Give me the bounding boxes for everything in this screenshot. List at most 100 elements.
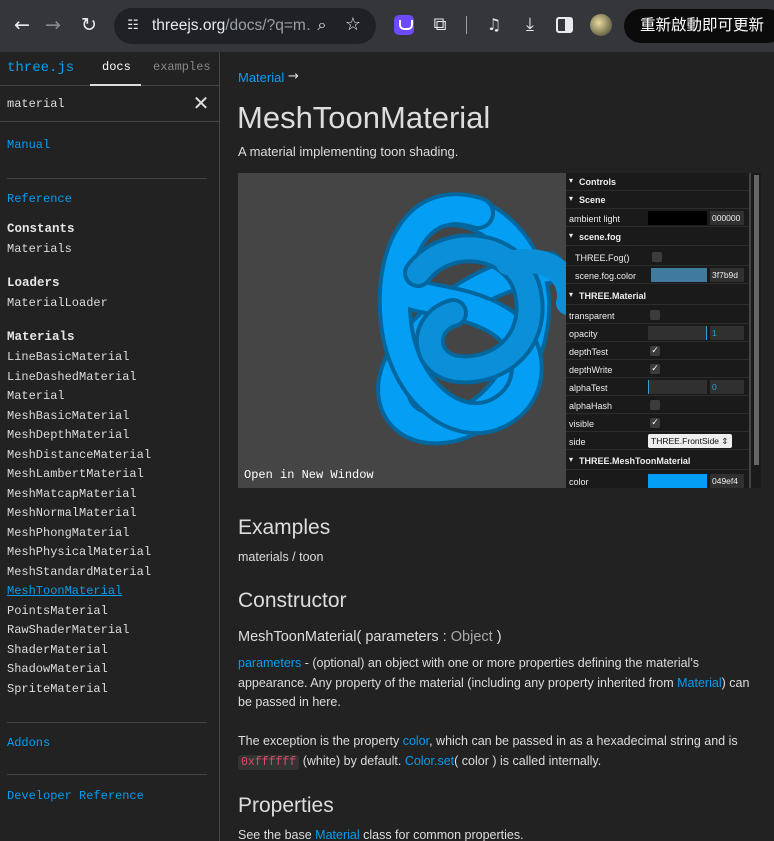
sidebar-link-manual[interactable]: Manual xyxy=(7,138,50,152)
sidebar-item-meshstandardmaterial[interactable]: MeshStandardMaterial xyxy=(7,565,151,579)
sidebar-item-meshlambertmaterial[interactable]: MeshLambertMaterial xyxy=(7,467,144,481)
examples-heading: Examples xyxy=(238,516,331,539)
depthtest-checkbox[interactable]: ✓ xyxy=(650,346,660,356)
parameters-link[interactable]: parameters xyxy=(238,656,301,670)
address-bar[interactable]: ☷ threejs.org/docs/?q=m… ⌕ ☆ xyxy=(114,8,376,44)
sidebar-link-reference[interactable]: Reference xyxy=(7,192,72,206)
breadcrumb-arrow-icon: → xyxy=(288,69,299,84)
search-input[interactable]: material xyxy=(7,97,65,111)
update-button[interactable]: 重新啟動即可更新 xyxy=(624,9,774,43)
sidebar-link-developer-reference[interactable]: Developer Reference xyxy=(7,789,144,803)
fog-color-input[interactable]: 3f7b9d xyxy=(710,268,744,282)
gui-folder-meshtoonmaterial[interactable]: ▾ THREE.MeshToonMaterial xyxy=(566,452,749,470)
color-swatch[interactable] xyxy=(648,474,707,488)
sidebar-link-addons[interactable]: Addons xyxy=(7,736,50,750)
sidebar-heading-materials: Materials xyxy=(7,330,75,344)
gui-row-visible: visible ✓ xyxy=(566,414,749,432)
docs-content: Material → MeshToonMaterial A material i… xyxy=(221,52,774,841)
color-set-link[interactable]: Color.set xyxy=(405,754,454,768)
profile-avatar[interactable] xyxy=(590,14,612,36)
sidebar-item-materialloader[interactable]: MaterialLoader xyxy=(7,296,108,310)
sidebar-item-pointsmaterial[interactable]: PointsMaterial xyxy=(7,604,108,618)
example-toon-link[interactable]: materials / toon xyxy=(238,548,323,568)
sidebar-item-meshmatcapmaterial[interactable]: MeshMatcapMaterial xyxy=(7,487,137,501)
sidebar-item-meshphysicalmaterial[interactable]: MeshPhysicalMaterial xyxy=(7,545,151,559)
ambient-light-input[interactable]: 000000 xyxy=(710,211,744,225)
page-title: MeshToonMaterial xyxy=(237,100,491,135)
side-panel-icon[interactable] xyxy=(556,17,573,33)
fog-checkbox[interactable] xyxy=(652,252,662,262)
transparent-checkbox[interactable] xyxy=(650,310,660,320)
bookmark-star-icon[interactable]: ☆ xyxy=(342,14,364,36)
tab-examples[interactable]: examples xyxy=(153,60,211,74)
sidebar-item-meshbasicmaterial[interactable]: MeshBasicMaterial xyxy=(7,409,129,423)
gui-controls-title[interactable]: ▾ Controls xyxy=(566,173,749,191)
sidebar-item-meshdepthmaterial[interactable]: MeshDepthMaterial xyxy=(7,428,129,442)
alphahash-checkbox[interactable] xyxy=(650,400,660,410)
gui-row-fog-color: scene.fog.color 3f7b9d xyxy=(566,266,749,284)
chevron-down-icon: ▾ xyxy=(569,231,574,240)
tab-docs[interactable]: docs xyxy=(102,60,131,74)
default-color-code: 0xffffff xyxy=(238,754,300,770)
sidebar-item-spritematerial[interactable]: SpriteMaterial xyxy=(7,682,108,696)
threejs-logo[interactable]: three.js xyxy=(7,60,74,76)
color-input[interactable]: 049ef4 xyxy=(710,474,744,488)
color-property-link[interactable]: color xyxy=(403,734,429,748)
sidebar-heading-constants: Constants xyxy=(7,222,75,236)
zoom-icon[interactable]: ⌕ xyxy=(312,15,332,37)
example-viewer[interactable]: Open in New Window ▾ Controls ▾ Scene am… xyxy=(238,173,761,488)
reload-icon[interactable]: ↻ xyxy=(76,12,102,38)
gui-folder-fog[interactable]: ▾ scene.fog xyxy=(566,228,749,246)
browser-toolbar: ← → ↻ ☷ threejs.org/docs/?q=m… ⌕ ☆ ⧉ ♫ ⤓… xyxy=(0,0,774,52)
sidebar-item-materials-constants[interactable]: Materials xyxy=(7,242,72,256)
gui-row-side: side THREE.FrontSide ⇕ xyxy=(566,432,749,450)
sidebar-item-meshdistancematerial[interactable]: MeshDistanceMaterial xyxy=(7,448,151,462)
extensions-puzzle-icon[interactable]: ⧉ xyxy=(430,15,450,35)
side-select[interactable]: THREE.FrontSide ⇕ xyxy=(648,434,732,448)
sidebar-header: three.js docs examples xyxy=(0,52,219,86)
opacity-slider[interactable] xyxy=(648,326,707,340)
alphatest-input[interactable]: 0 xyxy=(710,380,744,394)
visible-checkbox[interactable]: ✓ xyxy=(650,418,660,428)
search-field[interactable]: material ✕ xyxy=(0,87,219,122)
back-icon[interactable]: ← xyxy=(9,12,35,38)
controls-panel[interactable]: ▾ Controls ▾ Scene ambient light 000000 … xyxy=(566,173,749,488)
gui-row-alphahash: alphaHash xyxy=(566,396,749,414)
site-info-icon[interactable]: ☷ xyxy=(124,17,142,35)
properties-material-link[interactable]: Material xyxy=(315,828,359,841)
sidebar-item-shadermaterial[interactable]: ShaderMaterial xyxy=(7,643,108,657)
gui-row-ambient-light: ambient light 000000 xyxy=(566,209,749,227)
sidebar-item-meshphongmaterial[interactable]: MeshPhongMaterial xyxy=(7,526,129,540)
properties-description: See the base Material class for common p… xyxy=(238,828,524,841)
opacity-input[interactable]: 1 xyxy=(710,326,744,340)
fog-color-swatch[interactable] xyxy=(651,268,707,282)
media-control-icon[interactable]: ♫ xyxy=(484,15,504,35)
sidebar-item-linedashedmaterial[interactable]: LineDashedMaterial xyxy=(7,370,137,384)
sidebar-item-meshtoonmaterial[interactable]: MeshToonMaterial xyxy=(7,584,122,598)
sidebar-divider xyxy=(7,722,207,723)
breadcrumb-material-link[interactable]: Material xyxy=(238,70,284,85)
forward-icon[interactable]: → xyxy=(40,12,66,38)
ambient-light-swatch[interactable] xyxy=(648,211,707,225)
download-icon[interactable]: ⤓ xyxy=(520,15,540,35)
sidebar-item-shadowmaterial[interactable]: ShadowMaterial xyxy=(7,662,108,676)
object-type-link[interactable]: Object xyxy=(451,629,493,645)
sidebar-heading-loaders: Loaders xyxy=(7,276,60,290)
clear-search-icon[interactable]: ✕ xyxy=(192,93,210,113)
torus-knot-render xyxy=(376,192,568,446)
active-tab-indicator xyxy=(90,84,141,86)
depthwrite-checkbox[interactable]: ✓ xyxy=(650,364,660,374)
url-text[interactable]: threejs.org/docs/?q=m… xyxy=(152,17,310,35)
open-in-new-window-link[interactable]: Open in New Window xyxy=(244,468,374,482)
controls-scrollbar[interactable] xyxy=(751,173,761,488)
page-description: A material implementing toon shading. xyxy=(238,144,459,159)
gui-folder-scene[interactable]: ▾ Scene xyxy=(566,191,749,209)
sidebar-item-meshnormalmaterial[interactable]: MeshNormalMaterial xyxy=(7,506,137,520)
alphatest-slider[interactable] xyxy=(648,380,707,394)
sidebar-item-material[interactable]: Material xyxy=(7,389,65,403)
material-link[interactable]: Material xyxy=(677,676,721,690)
proton-extension-icon[interactable] xyxy=(394,15,414,35)
gui-folder-material[interactable]: ▾ THREE.Material xyxy=(566,287,749,305)
sidebar-item-linebasicmaterial[interactable]: LineBasicMaterial xyxy=(7,350,129,364)
sidebar-item-rawshadermaterial[interactable]: RawShaderMaterial xyxy=(7,623,129,637)
